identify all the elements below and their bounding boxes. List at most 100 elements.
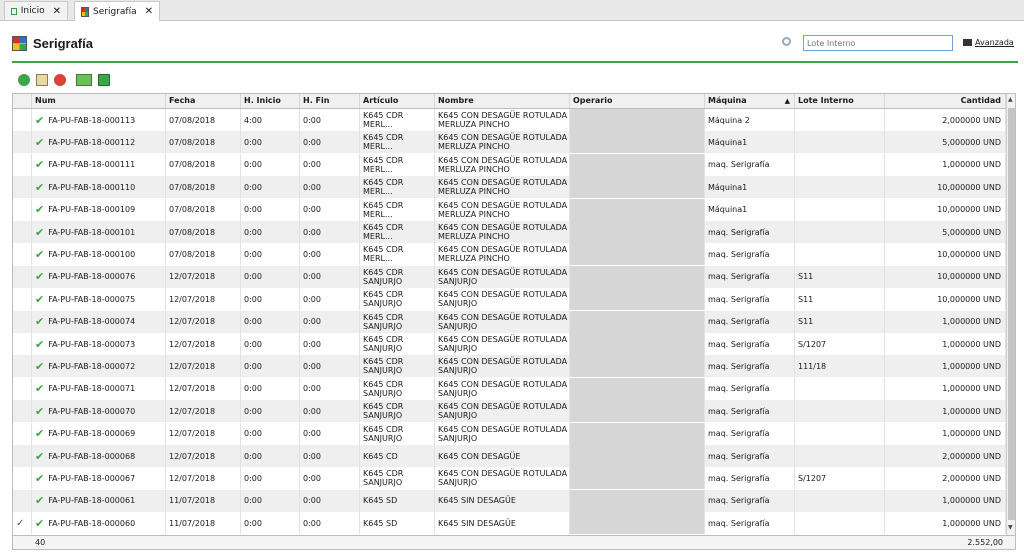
cell-lote-interno: S11 (795, 265, 885, 288)
header-lote-interno[interactable]: Lote Interno (795, 94, 885, 108)
cell-num-text: FA-PU-FAB-18-000101 (48, 227, 136, 237)
cell-num: ✔ FA-PU-FAB-18-000075 (32, 288, 166, 311)
table-row[interactable]: ✔ FA-PU-FAB-18-000075 12/07/2018 0:00 0:00 K6… (13, 288, 1006, 311)
header-selector (13, 94, 32, 108)
scrollbar-thumb[interactable] (1008, 108, 1015, 520)
edit-icon[interactable] (36, 74, 48, 86)
cell-cantidad: 2,000000 UND (885, 109, 1006, 131)
header-num[interactable]: Num (32, 94, 166, 108)
table-row[interactable]: ✔ FA-PU-FAB-18-000113 07/08/2018 4:00 0:00 K6… (13, 109, 1006, 131)
cell-h-inicio: 0:00 (241, 512, 300, 535)
scroll-down-icon[interactable]: ▼ (1008, 524, 1013, 531)
cell-articulo-text: K645 CDR MERL... (363, 245, 404, 264)
row-selector[interactable] (13, 355, 32, 378)
table-row[interactable]: ✔ FA-PU-FAB-18-000076 12/07/2018 0:00 0:00 K6… (13, 265, 1006, 288)
table-row[interactable]: ✔ FA-PU-FAB-18-000061 11/07/2018 0:00 0:00 K6… (13, 489, 1006, 512)
table-row[interactable]: ✓ ✔ FA-PU-FAB-18-000060 11/07/2018 0:00 0:00 K… (13, 512, 1006, 535)
cell-maquina: maq. Serigrafía (705, 467, 795, 490)
close-icon[interactable]: ✕ (53, 6, 61, 17)
cell-lote-interno (795, 377, 885, 400)
table-row[interactable]: ✔ FA-PU-FAB-18-000072 12/07/2018 0:00 0:00 K6… (13, 355, 1006, 378)
cell-maquina: maq. Serigrafía (705, 265, 795, 288)
cell-cantidad: 1,000000 UND (885, 422, 1006, 445)
search-input[interactable] (803, 35, 953, 51)
cell-h-fin-text: 0:00 (303, 227, 321, 237)
table-row[interactable]: ✔ FA-PU-FAB-18-000074 12/07/2018 0:00 0:00 K6… (13, 310, 1006, 333)
header-h-inicio[interactable]: H. Inicio (241, 94, 300, 108)
row-selector[interactable] (13, 445, 32, 467)
cell-cantidad: 1,000000 UND (885, 512, 1006, 535)
header-articulo[interactable]: Artículo (360, 94, 435, 108)
row-selector[interactable] (13, 467, 32, 490)
header-h-fin[interactable]: H. Fin (300, 94, 360, 108)
row-selector[interactable] (13, 176, 32, 199)
vertical-scrollbar[interactable]: ▲ ▼ (1006, 94, 1015, 535)
scroll-up-icon[interactable]: ▲ (1008, 96, 1013, 103)
row-selector[interactable] (13, 243, 32, 266)
table-row[interactable]: ✔ FA-PU-FAB-18-000110 07/08/2018 0:00 0:00 K6… (13, 176, 1006, 199)
delete-icon[interactable] (54, 74, 66, 86)
view-icon[interactable] (76, 74, 92, 86)
table-row[interactable]: ✔ FA-PU-FAB-18-000109 07/08/2018 0:00 0:00 K6… (13, 198, 1006, 221)
row-selector[interactable] (13, 109, 32, 131)
cell-maquina: maq. Serigrafía (705, 445, 795, 467)
cell-articulo: K645 SD (360, 512, 435, 535)
row-selector[interactable] (13, 310, 32, 333)
tab-inicio[interactable]: Inicio ✕ (4, 1, 68, 20)
cell-num: ✔ FA-PU-FAB-18-000100 (32, 243, 166, 266)
header-operario[interactable]: Operario (570, 94, 705, 108)
cell-lote-interno (795, 445, 885, 467)
table-row[interactable]: ✔ FA-PU-FAB-18-000100 07/08/2018 0:00 0:00 K6… (13, 243, 1006, 266)
table-row[interactable]: ✔ FA-PU-FAB-18-000071 12/07/2018 0:00 0:00 K6… (13, 377, 1006, 400)
table-row[interactable]: ✔ FA-PU-FAB-18-000068 12/07/2018 0:00 0:00 K6… (13, 445, 1006, 467)
cell-h-fin: 0:00 (300, 377, 360, 400)
row-selector[interactable] (13, 221, 32, 243)
cell-lote-interno-text: S11 (798, 317, 814, 327)
cell-maquina-text: Máquina1 (708, 182, 748, 192)
header-maquina[interactable]: Máquina ▲ (705, 94, 795, 108)
cell-nombre: K645 SIN DESAGÜE (435, 489, 570, 512)
table-row[interactable]: ✔ FA-PU-FAB-18-000067 12/07/2018 0:00 0:00 K6… (13, 467, 1006, 490)
cell-maquina: maq. Serigrafía (705, 153, 795, 176)
table-row[interactable]: ✔ FA-PU-FAB-18-000112 07/08/2018 0:00 0:00 K6… (13, 131, 1006, 154)
table-row[interactable]: ✔ FA-PU-FAB-18-000070 12/07/2018 0:00 0:00 K6… (13, 400, 1006, 423)
cell-h-inicio: 0:00 (241, 333, 300, 355)
row-selector[interactable] (13, 377, 32, 400)
row-selector[interactable] (13, 265, 32, 288)
table-row[interactable]: ✔ FA-PU-FAB-18-000073 12/07/2018 0:00 0:00 K6… (13, 333, 1006, 355)
table-row[interactable]: ✔ FA-PU-FAB-18-000101 07/08/2018 0:00 0:00 K6… (13, 221, 1006, 243)
cell-nombre-text: K645 CON DESAGÜE (438, 451, 521, 461)
cell-h-fin: 0:00 (300, 489, 360, 512)
row-selector[interactable] (13, 400, 32, 423)
cell-operario (570, 310, 705, 333)
cell-lote-interno (795, 512, 885, 535)
cell-num: ✔ FA-PU-FAB-18-000076 (32, 265, 166, 288)
cell-fecha: 12/07/2018 (166, 310, 241, 333)
status-check-icon: ✔ (35, 315, 45, 329)
cell-h-fin: 0:00 (300, 265, 360, 288)
tab-serigrafia[interactable]: Serigrafía ✕ (74, 1, 160, 21)
row-selector[interactable] (13, 131, 32, 154)
advanced-search-link[interactable]: Avanzada (963, 38, 1014, 47)
header-nombre[interactable]: Nombre (435, 94, 570, 108)
close-icon[interactable]: ✕ (145, 6, 153, 17)
cell-lote-interno: 111/18 (795, 355, 885, 378)
table-row[interactable]: ✔ FA-PU-FAB-18-000111 07/08/2018 0:00 0:00 K6… (13, 153, 1006, 176)
row-selector[interactable] (13, 333, 32, 355)
header-cantidad[interactable]: Cantidad (885, 94, 1006, 108)
table-row[interactable]: ✔ FA-PU-FAB-18-000069 12/07/2018 0:00 0:00 K6… (13, 422, 1006, 445)
row-selector[interactable] (13, 422, 32, 445)
row-selector[interactable] (13, 288, 32, 311)
cell-maquina-text: maq. Serigrafía (708, 496, 770, 506)
header-fecha[interactable]: Fecha (166, 94, 241, 108)
row-selector[interactable]: ✓ (13, 512, 32, 535)
cell-h-inicio-text: 0:00 (244, 496, 262, 506)
sort-ascending-icon: ▲ (784, 97, 790, 105)
row-selector[interactable] (13, 153, 32, 176)
cell-lote-interno-text: S11 (798, 272, 814, 282)
export-icon[interactable] (98, 74, 110, 86)
add-icon[interactable] (18, 74, 30, 86)
cell-h-inicio: 0:00 (241, 265, 300, 288)
row-selector[interactable] (13, 198, 32, 221)
row-selector[interactable] (13, 489, 32, 512)
